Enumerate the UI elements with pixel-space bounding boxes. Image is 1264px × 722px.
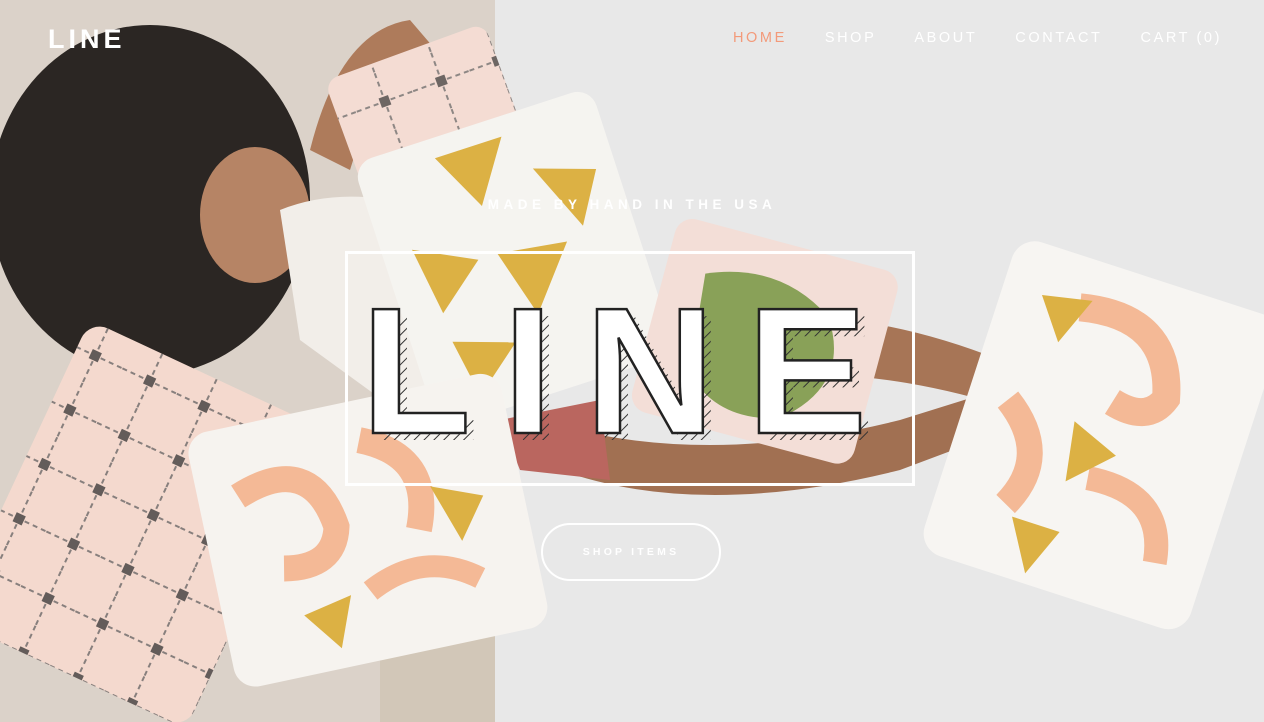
nav-home-link[interactable]: HOME — [733, 30, 787, 46]
shop-items-button[interactable]: SHOP ITEMS — [541, 523, 721, 581]
nav-about-link[interactable]: ABOUT — [914, 30, 977, 46]
hero-title-text: LINE — [361, 271, 899, 472]
nav-contact-link[interactable]: CONTACT — [1015, 30, 1102, 46]
site-logo[interactable]: LINE — [48, 24, 126, 55]
hero-section: LINE HOME SHOP ABOUT CONTACT CART (0) MA… — [0, 0, 1264, 722]
nav-cart-link[interactable]: CART (0) — [1141, 30, 1223, 46]
hero-tagline: MADE BY HAND IN THE USA — [487, 197, 777, 212]
nav-menu: HOME SHOP ABOUT CONTACT CART (0) — [695, 30, 1222, 46]
nav-shop-link[interactable]: SHOP — [825, 30, 877, 46]
hero-title: LINE LINE — [360, 270, 899, 479]
top-navigation: LINE HOME SHOP ABOUT CONTACT CART (0) — [0, 0, 1264, 78]
